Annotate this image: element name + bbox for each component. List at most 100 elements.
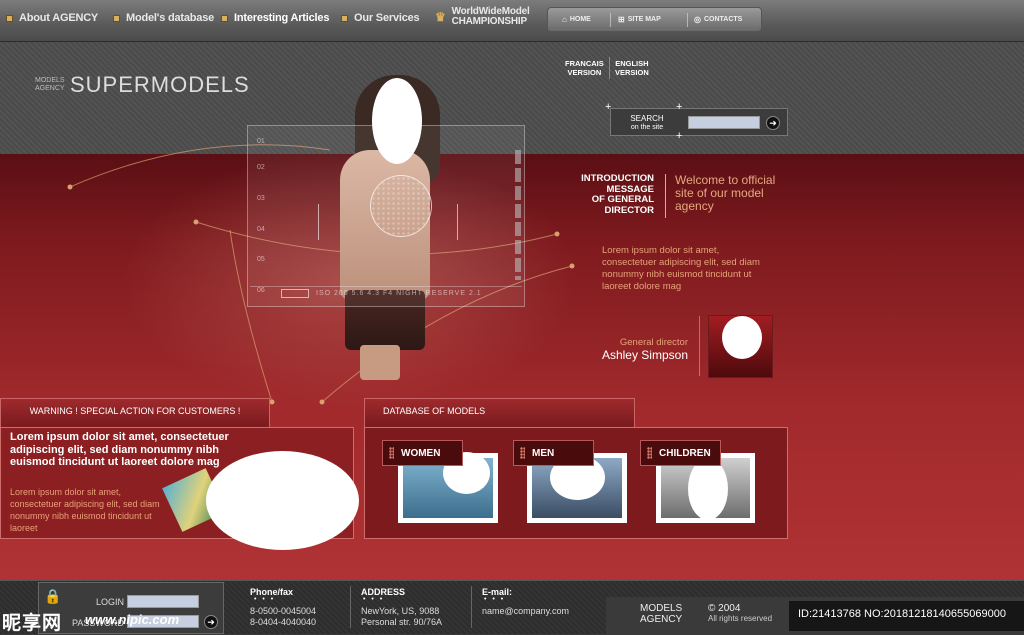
french-version-link[interactable]: FRANCAIS VERSION — [565, 59, 604, 77]
home-icon: ⌂ — [562, 15, 567, 24]
lang-fr-line1: FRANCAIS — [565, 59, 604, 68]
hud-focus-circle — [370, 175, 432, 237]
dots-icon: • • • — [254, 596, 276, 603]
arrow-right-icon: ➜ — [769, 118, 777, 128]
divider — [610, 13, 611, 27]
sitemap-icon: ⊞ — [618, 15, 625, 24]
nav-item-articles[interactable]: Interesting Articles — [221, 12, 329, 24]
bullet-icon — [341, 14, 348, 22]
director-name: Ashley Simpson — [601, 348, 688, 362]
image-blur — [206, 451, 359, 550]
bullet-icon — [113, 14, 120, 22]
logo-small-line2: AGENCY — [35, 85, 65, 92]
championship-line2: CHAMPIONSHIP — [451, 16, 528, 27]
category-women-button[interactable]: WOMEN — [382, 440, 463, 466]
divider — [665, 174, 666, 218]
contacts-icon: ◎ — [694, 15, 701, 24]
lang-fr-line2: VERSION — [567, 68, 602, 77]
sitemap-label: SITE MAP — [627, 16, 661, 23]
login-label: LOGIN — [96, 597, 125, 607]
model-legs — [360, 345, 400, 380]
lang-en-line1: ENGLISH — [615, 59, 649, 68]
welcome-line1: Welcome to official — [675, 173, 776, 187]
hud-number: 05 — [257, 256, 265, 263]
nav-item-label: About AGENCY — [19, 12, 99, 24]
dots-icon — [520, 447, 525, 459]
warning-headline: Lorem ipsum dolor sit amet, consectetuer… — [10, 431, 229, 468]
hud-caption: ISO 200 5.6 4.3 F4 NIGHT RESERVE 2.1 — [316, 290, 482, 297]
home-link[interactable]: ⌂ HOME — [562, 15, 591, 24]
dots-icon: • • • — [363, 596, 385, 603]
intro-title-line1: INTRODUCTION — [581, 173, 654, 184]
search-label: SEARCH on the site — [614, 115, 680, 132]
contacts-link[interactable]: ◎ CONTACTS — [694, 15, 742, 24]
email-link[interactable]: name@company.com — [482, 606, 569, 616]
copyright-year: © 2004 — [708, 603, 741, 614]
search-label-line2: on the site — [630, 124, 664, 131]
footer-logo-line1: MODELS — [640, 603, 683, 614]
intro-welcome: Welcome to official site of our model ag… — [675, 174, 785, 213]
english-version-link[interactable]: ENGLISH VERSION — [615, 59, 649, 77]
address-1: NewYork, US, 9088 — [361, 606, 440, 616]
intro-body-text: Lorem ipsum dolor sit amet, consectetuer… — [602, 245, 760, 292]
phone-2: 8-0404-4040040 — [250, 617, 317, 627]
watermark-url: www.nipic.com — [85, 612, 180, 627]
welcome-line3: agency — [675, 199, 714, 213]
director-role: General director — [619, 337, 688, 348]
footer-logo: MODELS AGENCY — [640, 603, 682, 625]
plus-mark-icon: + — [605, 101, 612, 113]
nav-item-label: Our Services — [354, 12, 420, 24]
copyright: © 2004 All rights reserved — [708, 604, 772, 624]
nav-item-championship[interactable]: ♛ WorldWideModel CHAMPIONSHIP — [435, 7, 530, 27]
welcome-line2: site of our model — [675, 186, 764, 200]
utility-bar: ⌂ HOME ⊞ SITE MAP ◎ CONTACTS — [547, 7, 762, 32]
divider — [350, 586, 351, 628]
address-2: Personal str. 90/76A — [361, 617, 443, 627]
warning-tab-label: WARNING ! SPECIAL ACTION FOR CUSTOMERS ! — [29, 406, 241, 416]
phone-1: 8-0500-0045004 — [250, 606, 317, 616]
sitemap-link[interactable]: ⊞ SITE MAP — [618, 15, 661, 24]
nav-item-about[interactable]: About AGENCY — [6, 12, 98, 24]
divider — [471, 586, 472, 628]
hud-number: 02 — [257, 164, 265, 171]
category-label: MEN — [532, 447, 555, 459]
intro-title-line2: MESSAGE — [606, 183, 654, 195]
hud-number: 01 — [257, 138, 265, 145]
category-children-button[interactable]: CHILDREN — [640, 440, 721, 466]
footer-logo-line2: AGENCY — [640, 614, 683, 625]
plus-mark-icon: + — [676, 101, 683, 113]
crown-icon: ♛ — [435, 10, 446, 24]
logo-small-line1: MODELS — [35, 77, 65, 84]
hud-number: 04 — [257, 226, 265, 233]
logo[interactable]: SUPERMODELS — [70, 72, 250, 98]
login-go-button[interactable]: ➜ — [204, 615, 218, 629]
category-men-button[interactable]: MEN — [513, 440, 594, 466]
logo-tagline: MODELS AGENCY — [35, 77, 65, 93]
search-input[interactable] — [688, 116, 760, 129]
dots-icon — [389, 447, 394, 459]
arrow-right-icon: ➜ — [207, 617, 215, 627]
category-label: CHILDREN — [659, 447, 711, 459]
search-label-line1: SEARCH — [630, 114, 664, 123]
nav-item-database[interactable]: Model's database — [113, 12, 214, 24]
login-input[interactable] — [127, 595, 199, 608]
nav-item-services[interactable]: Our Services — [341, 12, 420, 24]
home-label: HOME — [569, 16, 591, 23]
top-nav-bar: About AGENCY Model's database Interestin… — [0, 0, 1024, 42]
face-blur — [722, 316, 762, 359]
face-blur — [688, 458, 728, 520]
intro-title-line3: OF GENERAL — [591, 194, 654, 205]
divider — [609, 57, 610, 79]
category-label: WOMEN — [401, 447, 441, 459]
battery-icon — [281, 289, 309, 298]
bullet-icon — [221, 14, 228, 22]
dots-icon — [647, 447, 652, 459]
warning-body-text: Lorem ipsum dolor sit amet, consectetuer… — [10, 487, 160, 533]
intro-title-line4: DIRECTOR — [604, 204, 654, 216]
nav-item-label: Model's database — [126, 12, 215, 24]
watermark-text: 昵享网 — [2, 613, 63, 634]
lock-icon: 🔒 — [44, 588, 62, 604]
hud-number: 03 — [257, 195, 265, 202]
bullet-icon — [6, 14, 13, 22]
search-go-button[interactable]: ➜ — [766, 116, 780, 130]
